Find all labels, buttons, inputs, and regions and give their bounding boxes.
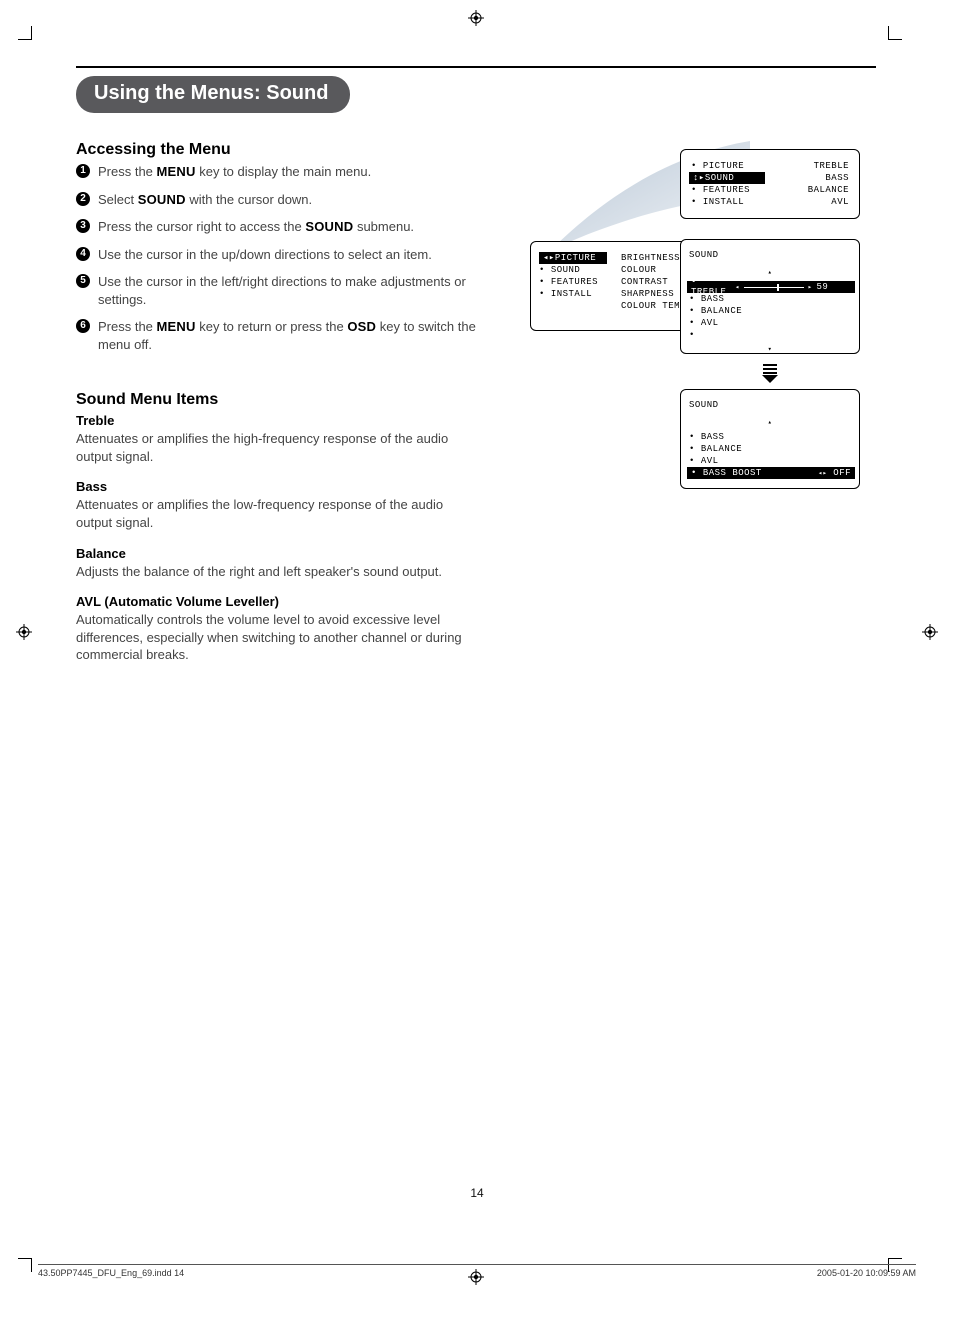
step-item: Use the cursor in the left/right directi… bbox=[76, 273, 476, 308]
item-desc: Attenuates or amplifies the low-frequenc… bbox=[76, 496, 476, 531]
step-item: Press the cursor right to access the SOU… bbox=[76, 218, 476, 236]
arrow-down-icon bbox=[759, 363, 781, 389]
step-item: Select SOUND with the cursor down. bbox=[76, 191, 476, 209]
osd-label: TREBLE bbox=[814, 160, 849, 172]
osd-label: AVL bbox=[689, 317, 851, 329]
cropmark-icon bbox=[18, 1258, 40, 1280]
registration-mark-icon bbox=[468, 10, 484, 26]
item-desc: Adjusts the balance of the right and lef… bbox=[76, 563, 476, 581]
steps-list: Press the MENU key to display the main m… bbox=[76, 163, 476, 353]
horizontal-rule bbox=[76, 66, 876, 68]
left-caret-icon: ◂ bbox=[735, 283, 740, 292]
osd-label: BRIGHTNESS bbox=[621, 252, 686, 264]
osd-label: CONTRAST bbox=[621, 276, 686, 288]
osd-sound-menu: SOUND ▴ • TREBLE ◂ ▸ 59 BASS BALANCE AVL… bbox=[680, 239, 860, 354]
item-desc: Automatically controls the volume level … bbox=[76, 611, 476, 664]
osd-label: AVL bbox=[831, 196, 849, 208]
item-name: AVL (Automatic Volume Leveller) bbox=[76, 594, 476, 609]
menu-item-bass: Bass Attenuates or amplifies the low-fre… bbox=[76, 479, 476, 531]
step-item: Press the MENU key to display the main m… bbox=[76, 163, 476, 181]
osd-label: BASS bbox=[825, 172, 849, 184]
step-item: Use the cursor in the up/down directions… bbox=[76, 246, 476, 264]
osd-label: INSTALL bbox=[539, 288, 607, 300]
cropmark-icon bbox=[18, 18, 40, 40]
up-caret-icon: ▴ bbox=[768, 268, 773, 277]
osd-label: BASS bbox=[689, 431, 724, 443]
osd-label: FEATURES bbox=[539, 276, 607, 288]
item-name: Bass bbox=[76, 479, 476, 494]
osd-label: BALANCE bbox=[689, 305, 851, 317]
menu-item-treble: Treble Attenuates or amplifies the high-… bbox=[76, 413, 476, 465]
section-heading-items: Sound Menu Items bbox=[76, 391, 476, 409]
down-caret-icon: ▾ bbox=[768, 345, 773, 354]
section-heading-accessing: Accessing the Menu bbox=[76, 141, 476, 159]
osd-highlight: ◂▸PICTURE bbox=[539, 252, 607, 264]
item-desc: Attenuates or amplifies the high-frequen… bbox=[76, 430, 476, 465]
footer-filename: 43.50PP7445_DFU_Eng_69.indd 14 bbox=[38, 1268, 184, 1278]
osd-title: SOUND bbox=[689, 250, 851, 260]
osd-label: BALANCE bbox=[808, 184, 849, 196]
menu-item-balance: Balance Adjusts the balance of the right… bbox=[76, 546, 476, 581]
osd-label: BALANCE bbox=[689, 443, 742, 455]
osd-highlight: ↕▸SOUND bbox=[689, 172, 765, 184]
cropmark-icon bbox=[880, 18, 902, 40]
osd-label: PICTURE bbox=[691, 160, 744, 172]
registration-mark-icon bbox=[922, 624, 938, 640]
up-caret-icon: ▴ bbox=[768, 418, 773, 427]
osd-main-menu: PICTURE TREBLE ↕▸SOUND BASS FEATURES BALANC… bbox=[680, 149, 860, 219]
slider-icon bbox=[744, 284, 804, 290]
osd-label: FEATURES bbox=[691, 184, 750, 196]
osd-label: AVL bbox=[689, 455, 719, 467]
osd-label: BASS bbox=[689, 293, 851, 305]
right-caret-icon: ▸ bbox=[808, 283, 813, 292]
osd-title: SOUND bbox=[689, 400, 851, 410]
item-name: Treble bbox=[76, 413, 476, 428]
item-name: Balance bbox=[76, 546, 476, 561]
osd-label: COLOUR TEMP bbox=[621, 300, 686, 312]
osd-label: COLOUR bbox=[621, 264, 686, 276]
osd-label: SOUND bbox=[539, 264, 607, 276]
osd-value: OFF bbox=[833, 468, 851, 478]
page-title: Using the Menus: Sound bbox=[76, 76, 350, 113]
osd-sound-scroll: SOUND ▴ BASS BALANCE AVL • BASS BOOST ◂▸… bbox=[680, 389, 860, 489]
osd-label: INSTALL bbox=[691, 196, 744, 208]
menu-item-avl: AVL (Automatic Volume Leveller) Automati… bbox=[76, 594, 476, 664]
footer-timestamp: 2005-01-20 10:09:59 AM bbox=[817, 1268, 916, 1278]
osd-value: 59 bbox=[816, 282, 828, 292]
page-number: 14 bbox=[0, 1186, 954, 1200]
print-footer: 43.50PP7445_DFU_Eng_69.indd 14 2005-01-2… bbox=[38, 1264, 916, 1278]
registration-mark-icon bbox=[16, 624, 32, 640]
osd-label: SHARPNESS bbox=[621, 288, 686, 300]
osd-highlight: • TREBLE ◂ ▸ 59 bbox=[687, 281, 855, 293]
osd-label bbox=[689, 329, 851, 341]
lr-caret-icon: ◂▸ bbox=[818, 470, 827, 478]
step-item: Press the MENU key to return or press th… bbox=[76, 318, 476, 353]
osd-highlight: • BASS BOOST ◂▸ OFF bbox=[687, 467, 855, 479]
